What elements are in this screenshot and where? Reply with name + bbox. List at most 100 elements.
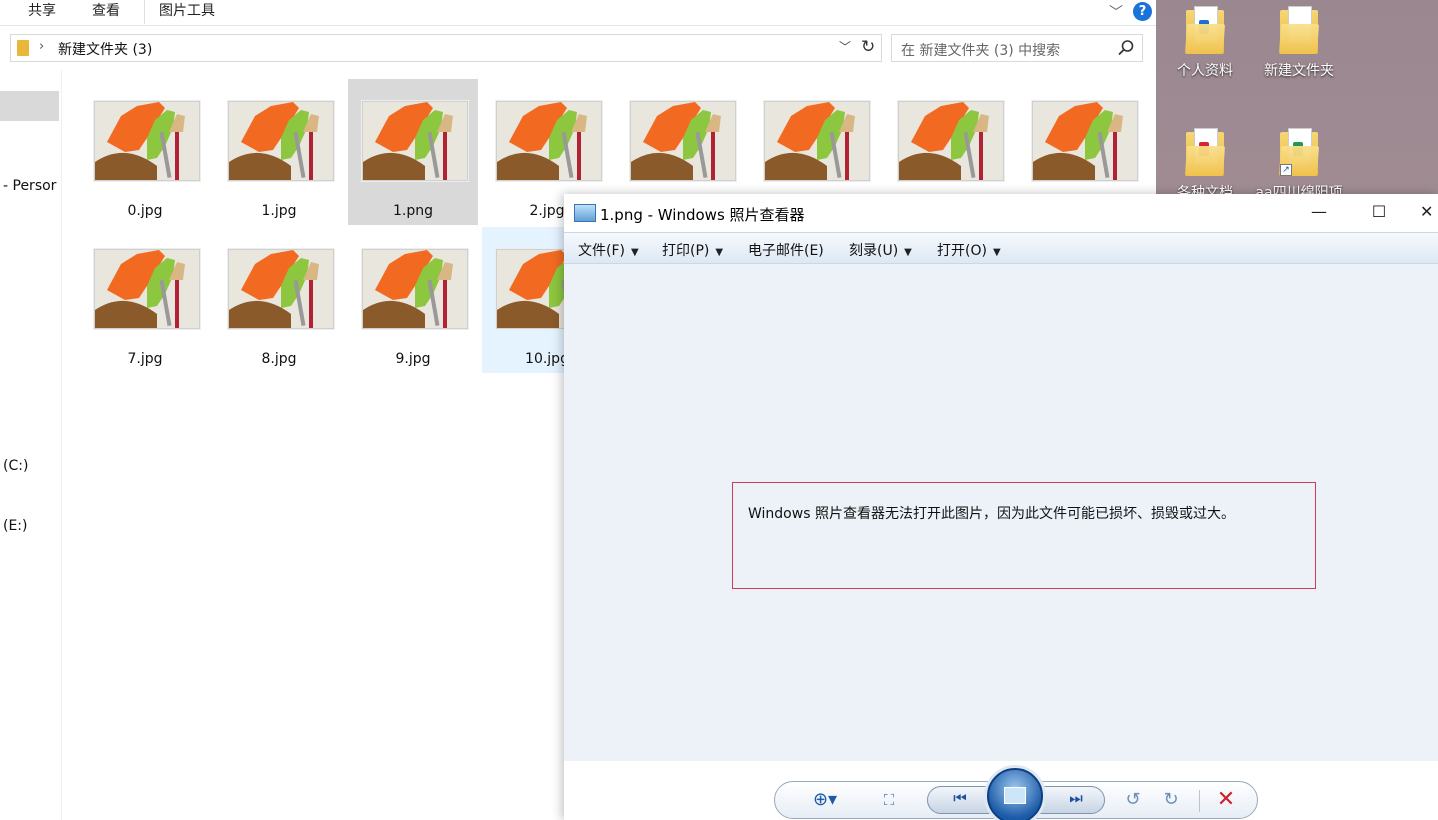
file-thumbnail — [764, 101, 870, 181]
viewer-toolbar: ⊕▾ ⛶ ⏮ ⏭ ↺ ↻ ✕ — [774, 768, 1258, 820]
minimize-button[interactable]: — — [1304, 202, 1334, 224]
photo-viewer-window: 1.png - Windows 照片查看器 — ☐ ✕ 文件(F) ▼ 打印(P) ▼… — [564, 194, 1438, 820]
viewer-bottom-area: ⊕▾ ⛶ ⏮ ⏭ ↺ ↻ ✕ — [564, 761, 1438, 820]
nav-item-selected[interactable] — [0, 91, 59, 121]
error-message-box: Windows 照片查看器无法打开此图片，因为此文件可能已损坏、损毁或过大。 — [732, 482, 1316, 589]
image-thumbnail-icon — [229, 250, 333, 328]
dropdown-arrow-icon: ▼ — [904, 247, 912, 258]
photo-viewer-app-icon — [574, 204, 596, 222]
actual-size-icon[interactable]: ⛶ — [877, 788, 901, 812]
toolbar-divider — [1199, 790, 1200, 812]
image-thumbnail-icon — [765, 102, 869, 180]
close-button[interactable]: ✕ — [1420, 202, 1438, 224]
file-thumbnail — [898, 101, 1004, 181]
desktop-icon[interactable]: 各种文档 — [1160, 128, 1250, 202]
viewer-menu-item[interactable]: 电子邮件(E) — [748, 240, 824, 260]
image-thumbnail-icon — [95, 102, 199, 180]
viewer-menu-item[interactable]: 打开(O) ▼ — [937, 240, 1001, 260]
desktop-icon-label: 个人资料 — [1177, 63, 1233, 79]
folder-icon — [1278, 6, 1320, 54]
folder-icon — [17, 40, 29, 56]
viewer-menu-item[interactable]: 文件(F) ▼ — [578, 240, 639, 260]
rotate-clockwise-icon[interactable]: ↻ — [1159, 788, 1183, 812]
address-history-dropdown-icon[interactable]: ﹀ — [839, 38, 851, 55]
ribbon: 共享 查看 图片工具 ﹀ ? — [0, 0, 1156, 26]
file-name: 9.jpg — [395, 351, 431, 367]
viewer-menu-label: 打印(P) — [662, 243, 710, 259]
viewer-canvas: Windows 照片查看器无法打开此图片，因为此文件可能已损坏、损毁或过大。 — [564, 264, 1438, 761]
ribbon-tab-picture-tools[interactable]: 图片工具 — [144, 0, 229, 24]
viewer-menu-item[interactable]: 打印(P) ▼ — [662, 240, 723, 260]
file-thumbnail — [496, 101, 602, 181]
dropdown-arrow-icon: ▼ — [715, 247, 724, 258]
desktop-icon[interactable]: 新建文件夹 — [1254, 6, 1344, 80]
file-name: 1.png — [392, 203, 433, 219]
help-icon[interactable]: ? — [1133, 2, 1152, 21]
image-thumbnail-icon — [363, 102, 467, 180]
folder-icon — [1184, 6, 1226, 54]
slideshow-button[interactable] — [987, 768, 1043, 820]
image-thumbnail-icon — [229, 102, 333, 180]
viewer-menu-label: 刻录(U) — [849, 243, 899, 259]
file-thumbnail — [94, 249, 200, 329]
slideshow-icon — [1004, 787, 1026, 804]
desktop-icon[interactable]: 个人资料 — [1160, 6, 1250, 80]
breadcrumb-separator[interactable]: › — [39, 39, 44, 54]
file-thumbnail — [630, 101, 736, 181]
viewer-menu-label: 电子邮件(E) — [748, 243, 824, 259]
viewer-title-bar[interactable]: 1.png - Windows 照片查看器 — ☐ ✕ — [564, 194, 1438, 232]
file-item[interactable]: 1.jpg — [214, 79, 344, 225]
nav-item-drive-e[interactable]: (E:) — [3, 518, 28, 534]
file-name: 8.jpg — [261, 351, 297, 367]
search-input[interactable]: 在 新建文件夹 (3) 中搜索 — [901, 40, 1060, 60]
dropdown-arrow-icon: ▼ — [992, 247, 1001, 258]
nav-item-drive-c[interactable]: (C:) — [3, 458, 28, 474]
file-thumbnail — [362, 249, 468, 329]
ribbon-tab-view[interactable]: 查看 — [78, 0, 134, 24]
file-thumbnail — [1032, 101, 1138, 181]
navigation-pane: - Persor (C:) (E:) — [0, 70, 62, 820]
image-thumbnail-icon — [899, 102, 1003, 180]
image-thumbnail-icon — [497, 102, 601, 180]
image-thumbnail-icon — [1033, 102, 1137, 180]
viewer-menu-label: 打开(O) — [937, 243, 987, 259]
desktop-icon-label: 新建文件夹 — [1264, 63, 1334, 79]
image-thumbnail-icon — [363, 250, 467, 328]
image-thumbnail-icon — [95, 250, 199, 328]
file-thumbnail — [94, 101, 200, 181]
file-item[interactable]: 7.jpg — [80, 227, 210, 373]
folder-icon — [1184, 128, 1226, 176]
zoom-icon[interactable]: ⊕▾ — [805, 788, 845, 812]
file-item[interactable]: 9.jpg — [348, 227, 478, 373]
file-name: 0.jpg — [127, 203, 163, 219]
shortcut-arrow-icon: ↗ — [1280, 164, 1292, 176]
nav-item-onedrive-personal[interactable]: - Persor — [3, 178, 56, 194]
previous-icon[interactable]: ⏮ — [948, 789, 972, 811]
expand-ribbon-chevron-icon[interactable]: ﹀ — [1106, 2, 1126, 22]
rotate-counterclockwise-icon[interactable]: ↺ — [1121, 788, 1145, 812]
file-thumbnail — [228, 249, 334, 329]
refresh-icon[interactable]: ↻ — [861, 37, 875, 57]
viewer-menu-item[interactable]: 刻录(U) ▼ — [849, 240, 912, 260]
desktop-icon[interactable]: ↗ aa四川绵阳项 — [1254, 128, 1344, 202]
file-thumbnail — [362, 101, 468, 181]
delete-icon[interactable]: ✕ — [1213, 788, 1239, 812]
folder-icon: ↗ — [1278, 128, 1320, 176]
file-thumbnail — [228, 101, 334, 181]
error-message: Windows 照片查看器无法打开此图片，因为此文件可能已损坏、损毁或过大。 — [748, 506, 1235, 522]
image-thumbnail-icon — [631, 102, 735, 180]
breadcrumb-current-folder[interactable]: 新建文件夹 (3) — [58, 39, 152, 59]
search-box[interactable]: 在 新建文件夹 (3) 中搜索 — [891, 34, 1143, 62]
file-item[interactable]: 0.jpg — [80, 79, 210, 225]
file-name: 1.jpg — [261, 203, 297, 219]
viewer-title: 1.png - Windows 照片查看器 — [600, 206, 805, 224]
search-icon[interactable] — [1117, 39, 1135, 57]
maximize-button[interactable]: ☐ — [1364, 202, 1394, 224]
dropdown-arrow-icon: ▼ — [630, 247, 639, 258]
ribbon-tab-share[interactable]: 共享 — [14, 0, 70, 24]
file-name: 7.jpg — [127, 351, 163, 367]
file-item[interactable]: 8.jpg — [214, 227, 344, 373]
next-icon[interactable]: ⏭ — [1064, 789, 1088, 811]
file-item[interactable]: 1.png — [348, 79, 478, 225]
address-bar[interactable]: › 新建文件夹 (3) ﹀ ↻ — [10, 34, 882, 62]
